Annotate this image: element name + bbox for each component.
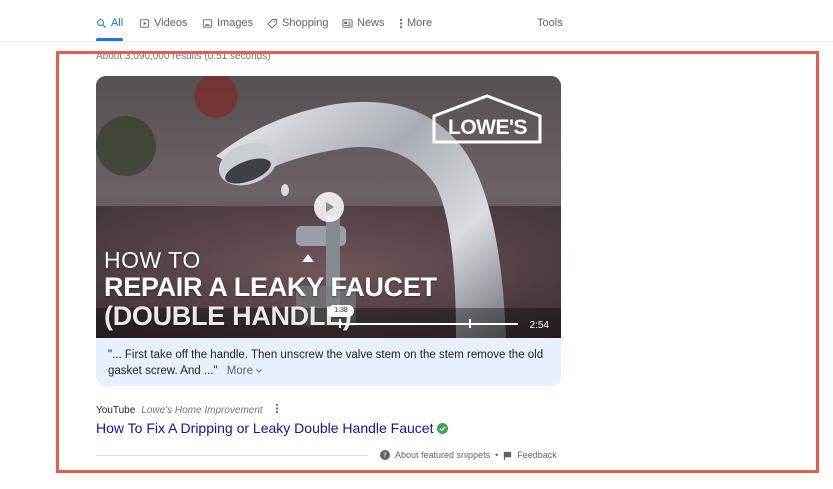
tab-shopping[interactable]: Shopping	[267, 17, 329, 29]
tools-label: Tools	[537, 17, 563, 29]
image-icon	[202, 18, 213, 28]
tab-label: News	[357, 17, 385, 29]
tag-icon	[267, 18, 278, 29]
video-icon	[139, 18, 150, 28]
tab-label: More	[407, 17, 433, 29]
tab-videos[interactable]: Videos	[139, 17, 187, 29]
tab-all[interactable]: All	[96, 17, 123, 29]
tab-news[interactable]: News	[342, 17, 385, 29]
featured-snippet-highlight	[56, 51, 819, 473]
tab-label: Images	[217, 17, 254, 29]
tab-images[interactable]: Images	[202, 17, 253, 29]
search-tabs: All Videos Images Shopping News More Too…	[0, 0, 833, 42]
tab-label: All	[111, 17, 124, 29]
tools-button[interactable]: Tools	[537, 17, 563, 29]
more-vert-icon	[399, 18, 403, 28]
search-icon	[97, 18, 107, 28]
tab-label: Videos	[154, 17, 188, 29]
tab-more[interactable]: More	[399, 17, 432, 29]
tab-label: Shopping	[282, 17, 329, 29]
active-tab-indicator	[96, 38, 123, 41]
news-icon	[342, 18, 353, 28]
